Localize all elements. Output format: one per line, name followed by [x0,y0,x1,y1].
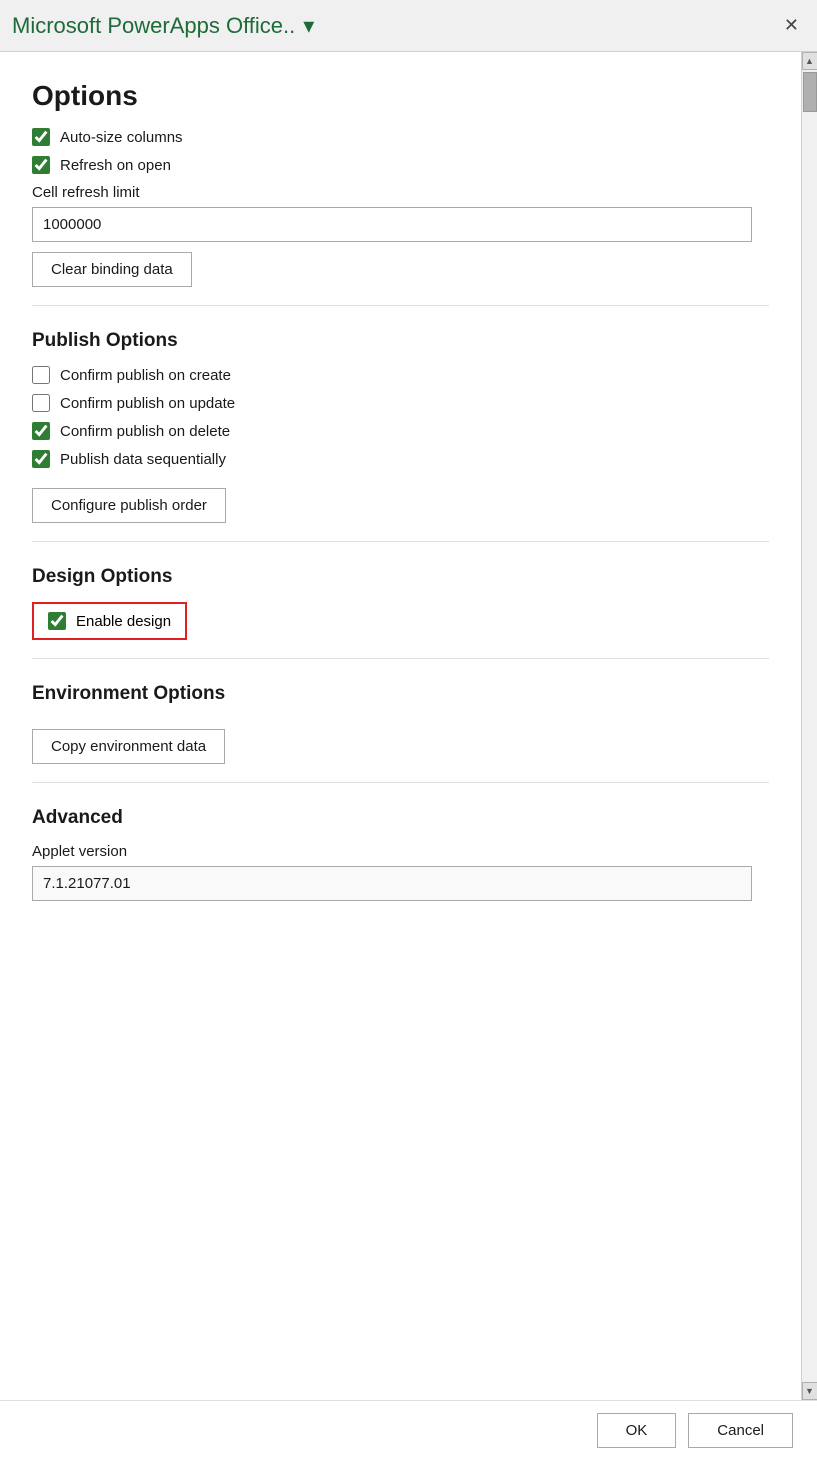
enable-design-label[interactable]: Enable design [76,613,171,630]
confirm-on-update-label[interactable]: Confirm publish on update [60,395,235,412]
copy-environment-data-button[interactable]: Copy environment data [32,729,225,764]
confirm-on-update-checkbox[interactable] [32,394,50,412]
scrollbar[interactable]: ▲ ▼ [801,52,817,1400]
title-bar-text: Microsoft PowerApps Office.. ▾ [12,13,314,39]
ok-button[interactable]: OK [597,1413,677,1448]
scroll-up-arrow[interactable]: ▲ [802,52,817,70]
advanced-title: Advanced [32,807,769,829]
divider-2 [32,541,769,542]
divider-4 [32,782,769,783]
enable-design-checkbox[interactable] [48,612,66,630]
footer-bar: OK Cancel [0,1400,817,1460]
refresh-on-open-checkbox[interactable] [32,156,50,174]
refresh-on-open-label[interactable]: Refresh on open [60,157,171,174]
confirm-on-delete-checkbox[interactable] [32,422,50,440]
design-options-title: Design Options [32,566,769,588]
confirm-on-create-label[interactable]: Confirm publish on create [60,367,231,384]
configure-publish-order-button[interactable]: Configure publish order [32,488,226,523]
confirm-on-create-checkbox[interactable] [32,366,50,384]
auto-size-columns-checkbox[interactable] [32,128,50,146]
environment-options-title: Environment Options [32,683,769,705]
applet-version-input[interactable] [32,866,752,901]
confirm-on-update-row: Confirm publish on update [32,394,769,412]
publish-sequentially-checkbox[interactable] [32,450,50,468]
dialog-content: Options Auto-size columns Refresh on ope… [0,52,801,1400]
enable-design-wrapper: Enable design [32,602,187,640]
cell-refresh-limit-input[interactable] [32,207,752,242]
auto-size-columns-row: Auto-size columns [32,128,769,146]
refresh-on-open-row: Refresh on open [32,156,769,174]
dropdown-icon[interactable]: ▾ [303,13,314,39]
confirm-on-delete-row: Confirm publish on delete [32,422,769,440]
divider-3 [32,658,769,659]
title-bar: Microsoft PowerApps Office.. ▾ ✕ [0,0,817,52]
divider-1 [32,305,769,306]
publish-sequentially-label[interactable]: Publish data sequentially [60,451,226,468]
publish-options-title: Publish Options [32,330,769,352]
app-title: Microsoft PowerApps Office.. [12,13,295,39]
clear-binding-data-button[interactable]: Clear binding data [32,252,192,287]
cancel-button[interactable]: Cancel [688,1413,793,1448]
scroll-thumb[interactable] [803,72,817,112]
auto-size-columns-label[interactable]: Auto-size columns [60,129,183,146]
confirm-on-delete-label[interactable]: Confirm publish on delete [60,423,230,440]
applet-version-label: Applet version [32,843,769,860]
dialog-container: Options Auto-size columns Refresh on ope… [0,52,817,1400]
scroll-down-arrow[interactable]: ▼ [802,1382,817,1400]
close-button[interactable]: ✕ [778,13,805,38]
page-title: Options [32,80,769,112]
publish-sequentially-row: Publish data sequentially [32,450,769,468]
confirm-on-create-row: Confirm publish on create [32,366,769,384]
cell-refresh-limit-label: Cell refresh limit [32,184,769,201]
